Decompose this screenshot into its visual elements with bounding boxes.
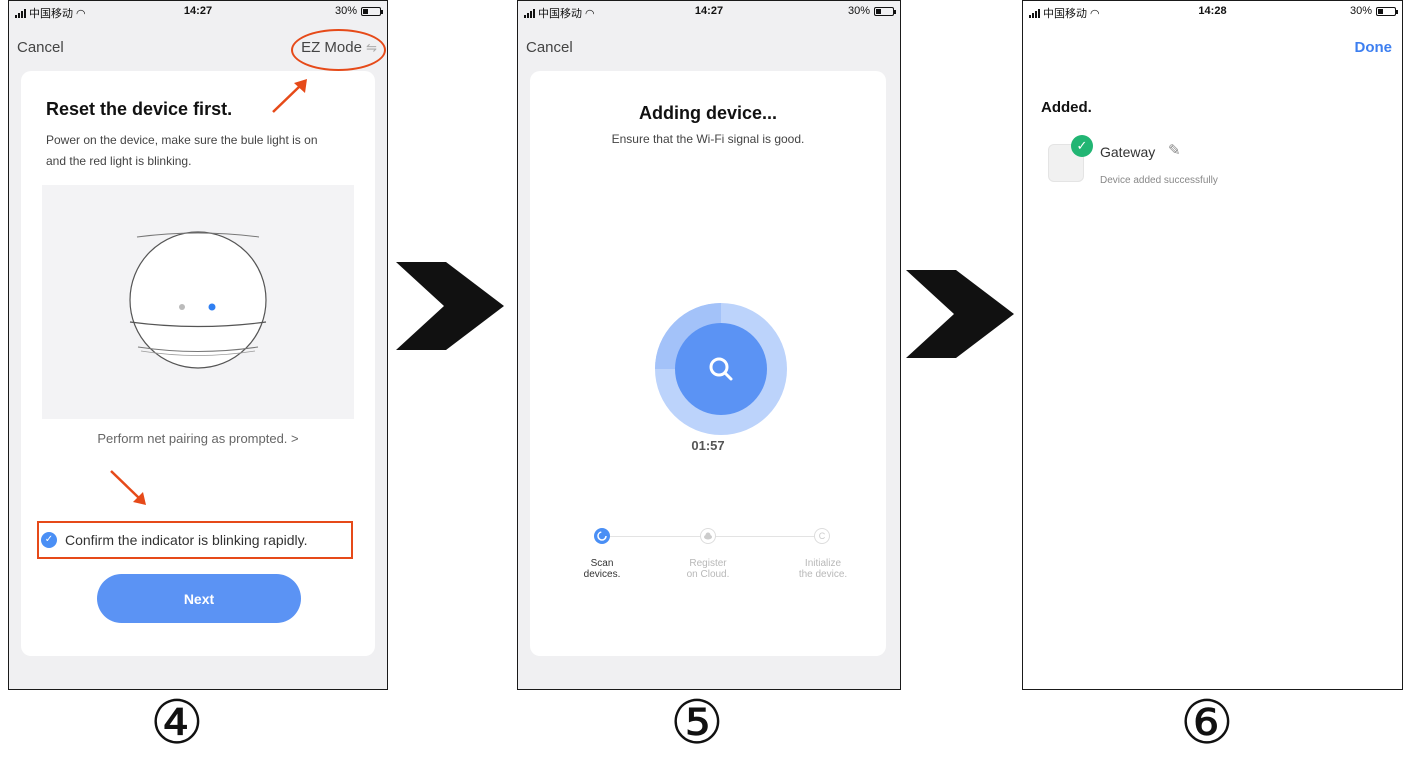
screen-device-added: 中国移动 ◠ 14:28 30% Done Added. ✓ Gateway ✎… — [1022, 0, 1403, 690]
status-time: 14:27 — [694, 5, 724, 17]
page-title: Adding device... — [638, 103, 778, 123]
status-bar: 中国移动 ◠ 14:27 30% — [518, 1, 900, 21]
arrow-right-icon — [396, 262, 504, 350]
scan-animation — [655, 303, 787, 435]
search-icon — [709, 357, 733, 381]
step-number-6: ⑥ — [1180, 688, 1234, 758]
edit-icon[interactable]: ✎ — [1168, 141, 1181, 159]
step-number-4: ④ — [150, 688, 204, 758]
countdown-timer: 01:57 — [691, 438, 725, 453]
arrow-to-ez-mode — [272, 84, 302, 113]
step-init-dot: C — [814, 528, 830, 544]
step-scan-dot — [594, 528, 610, 544]
battery-icon — [874, 6, 896, 16]
step-label-register: Register on Cloud. — [686, 558, 730, 580]
step-number-5: ⑤ — [670, 688, 724, 758]
subtitle: Ensure that the Wi-Fi signal is good. — [611, 132, 805, 146]
step-label-initialize: Initialize the device. — [798, 558, 848, 580]
arrow-right-icon — [906, 270, 1014, 358]
step-cloud-dot — [700, 528, 716, 544]
status-time: 14:28 — [1198, 5, 1227, 17]
adding-card: Adding device... Ensure that the Wi-Fi s… — [530, 71, 886, 656]
status-bar: 中国移动 ◠ 14:28 30% — [1023, 1, 1402, 21]
device-name: Gateway — [1100, 144, 1156, 160]
battery-percent: 30% — [1349, 5, 1372, 17]
added-heading: Added. — [1041, 99, 1092, 116]
pointer-arrows — [110, 79, 307, 505]
cancel-button[interactable]: Cancel — [526, 39, 573, 56]
arrow-to-confirm — [110, 470, 140, 499]
screen-adding-device: 中国移动 ◠ 14:27 30% Cancel Adding device...… — [517, 0, 901, 690]
screen-reset-device: 中国移动 ◠ 14:27 30% Cancel EZ Mode ⇋ Reset … — [8, 0, 388, 690]
check-icon: ✓ — [1071, 135, 1093, 157]
step-label-scan: Scan devices. — [583, 558, 621, 580]
done-button[interactable]: Done — [1355, 39, 1393, 56]
device-status: Device added successfully — [1100, 175, 1218, 186]
battery-percent: 30% — [847, 5, 870, 17]
battery-icon — [1376, 6, 1398, 16]
